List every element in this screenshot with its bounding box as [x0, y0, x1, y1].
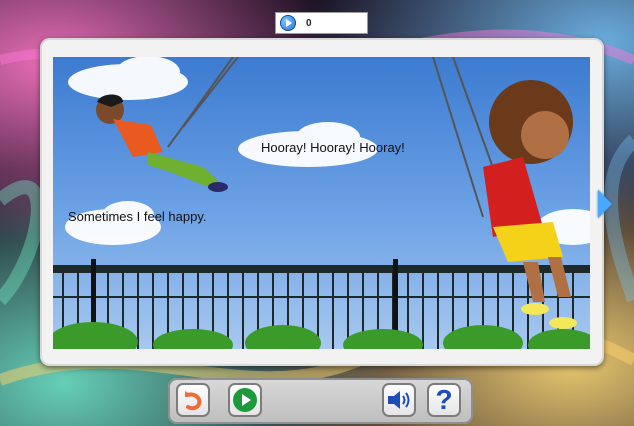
story-text-right: Hooray! Hooray! Hooray!: [261, 140, 405, 155]
score-counter: 0: [275, 12, 368, 34]
next-page-arrow-icon[interactable]: [598, 190, 612, 218]
illustration-art: [53, 57, 590, 349]
story-text-left: Sometimes I feel happy.: [68, 209, 207, 224]
speaker-icon: [388, 391, 410, 409]
bottom-toolbar: ?: [168, 378, 473, 424]
play-icon: [233, 388, 257, 412]
help-button[interactable]: ?: [427, 383, 461, 417]
score-value: 0: [306, 17, 312, 29]
play-circle-icon[interactable]: [280, 15, 296, 31]
back-button[interactable]: [176, 383, 210, 417]
story-illustration: Sometimes I feel happy. Hooray! Hooray! …: [53, 57, 590, 349]
play-button[interactable]: [228, 383, 262, 417]
help-icon: ?: [435, 384, 453, 415]
book-frame: Sometimes I feel happy. Hooray! Hooray! …: [40, 38, 604, 366]
undo-arrow-icon: [185, 391, 202, 411]
sound-button[interactable]: [382, 383, 416, 417]
